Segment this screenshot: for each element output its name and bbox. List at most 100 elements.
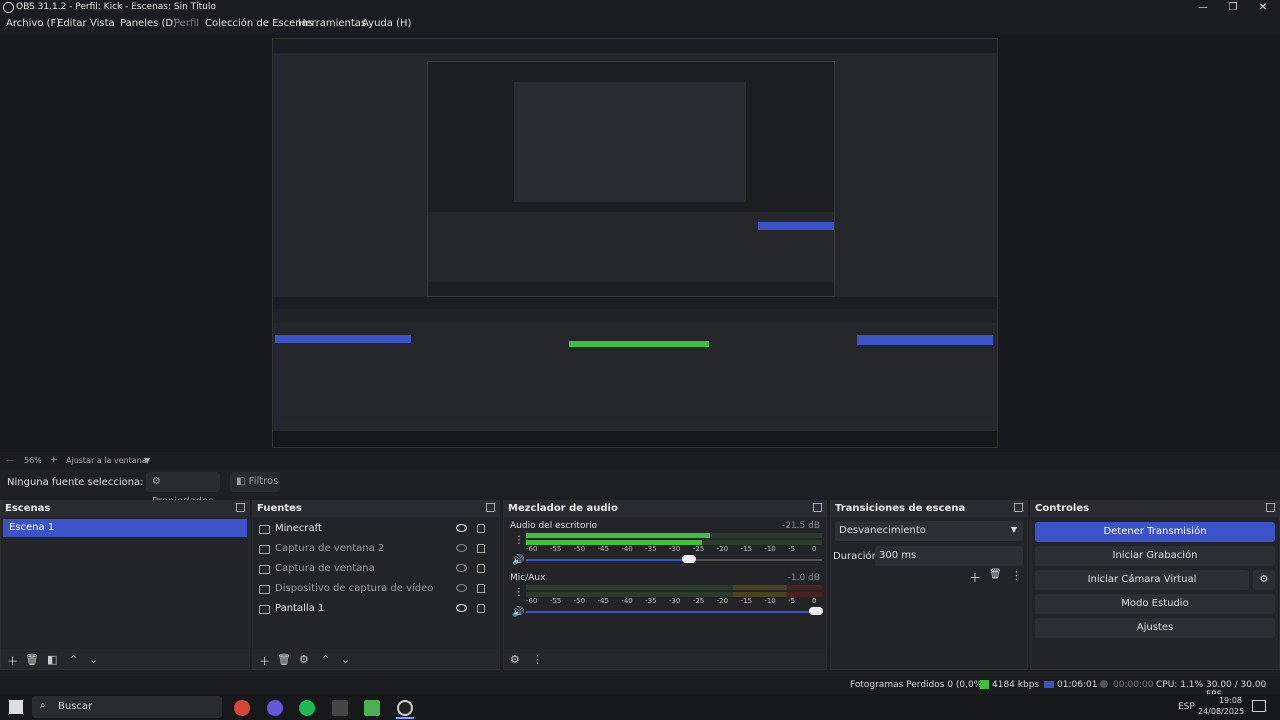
tick-label: -40: [621, 545, 633, 553]
volume-slider-knob[interactable]: [809, 607, 824, 615]
transition-select[interactable]: Desvanecimiento ▼: [835, 521, 1023, 541]
kebab-icon[interactable]: ⋮: [532, 653, 543, 666]
stop-stream-button[interactable]: Detener Transmisión: [1035, 522, 1275, 542]
studio-mode-button[interactable]: Modo Estudio: [1035, 594, 1275, 614]
lock-icon[interactable]: [477, 584, 485, 593]
spotify-icon[interactable]: [299, 700, 315, 716]
clock-date[interactable]: 24/08/2025: [1198, 707, 1244, 716]
volume-slider-knob[interactable]: [681, 555, 696, 563]
trash-icon[interactable]: 🗑: [277, 653, 291, 666]
gear-icon[interactable]: ⚙: [1253, 570, 1275, 590]
transitions-title: Transiciones de escena: [831, 501, 1027, 517]
channel-name: Audio del escritorio: [510, 521, 598, 531]
minimize-button[interactable]: —: [1188, 0, 1218, 16]
zoom-plus[interactable]: +: [50, 455, 58, 465]
menu-ayuda[interactable]: Ayuda (H): [362, 18, 411, 29]
settings-button[interactable]: Ajustes: [1035, 618, 1275, 638]
menu-perfil[interactable]: Perfil: [174, 18, 199, 29]
lock-icon[interactable]: [477, 544, 485, 553]
menu-vista[interactable]: Vista: [90, 18, 115, 29]
trash-icon[interactable]: 🗑: [25, 653, 39, 666]
start-recording-button[interactable]: Iniciar Grabación: [1035, 546, 1275, 566]
eye-icon[interactable]: [456, 604, 467, 612]
speaker-icon[interactable]: 🔊: [512, 607, 524, 618]
move-up-icon[interactable]: ⌃: [321, 653, 330, 666]
monitor-icon: [259, 605, 270, 614]
kebab-icon[interactable]: ⋮: [1011, 569, 1022, 582]
sources-footer: ＋ 🗑 ⚙ ⌃ ⌄: [253, 649, 499, 669]
speaker-icon[interactable]: 🔊: [512, 555, 524, 566]
kebab-icon[interactable]: ⋮: [514, 587, 524, 598]
undock-icon[interactable]: [813, 503, 822, 512]
filter-icon[interactable]: ◧: [47, 653, 57, 666]
close-button[interactable]: ✕: [1248, 0, 1278, 16]
source-item[interactable]: Dispositivo de captura de vídeo: [257, 579, 495, 599]
notification-icon[interactable]: [1252, 700, 1266, 712]
gear-icon[interactable]: ⚙: [299, 653, 309, 666]
kebab-icon[interactable]: ⋮: [514, 535, 524, 546]
tick-label: -25: [692, 545, 705, 553]
trash-icon[interactable]: 🗑: [989, 569, 1002, 580]
windows-start-icon[interactable]: [9, 700, 23, 714]
filters-label: Filtros: [248, 476, 279, 487]
obs-icon[interactable]: [397, 700, 413, 716]
tick-label: -55: [549, 597, 562, 605]
menu-herramientas[interactable]: Herramientas: [298, 18, 366, 29]
meter-track: [526, 585, 822, 590]
eye-hidden-icon[interactable]: [456, 544, 467, 552]
filters-button[interactable]: ◧ Filtros: [230, 472, 280, 492]
language-indicator[interactable]: ESP: [1178, 702, 1195, 712]
source-item[interactable]: Captura de ventana 2: [257, 539, 495, 559]
zoom-value: 56%: [24, 456, 42, 465]
gear-icon: ⚙: [152, 476, 161, 487]
lock-icon[interactable]: [477, 604, 485, 613]
chevron-down-icon[interactable]: ▼: [144, 456, 150, 465]
add-transition-icon[interactable]: ＋: [969, 569, 981, 586]
add-source-icon[interactable]: ＋: [259, 653, 270, 669]
tick-label: -30: [669, 597, 681, 605]
volume-fill: [526, 559, 689, 561]
audio-mixer-dock: Mezclador de audio Audio del escritorio …: [503, 500, 827, 670]
maximize-button[interactable]: ❐: [1218, 0, 1248, 16]
move-down-icon[interactable]: ⌄: [341, 653, 350, 666]
menu-editar[interactable]: Editar: [57, 18, 87, 29]
start-virtual-camera-button[interactable]: Iniciar Cámara Virtual: [1035, 570, 1249, 590]
eye-hidden-icon[interactable]: [456, 584, 467, 592]
lock-icon[interactable]: [477, 564, 485, 573]
scene-item[interactable]: Escena 1: [3, 519, 247, 537]
eye-icon[interactable]: [456, 524, 467, 532]
dropped-frames: Fotogramas Perdidos 0 (0,0%): [850, 680, 986, 690]
undock-icon[interactable]: [486, 503, 495, 512]
add-scene-icon[interactable]: ＋: [7, 653, 18, 669]
eye-hidden-icon[interactable]: [456, 564, 467, 572]
app-icon[interactable]: [332, 700, 348, 716]
menu-coleccion[interactable]: Colección de Escenas: [205, 18, 313, 29]
clock-time[interactable]: 19:08: [1206, 696, 1242, 705]
move-down-icon[interactable]: ⌄: [89, 653, 98, 666]
fit-window-label[interactable]: Ajustar a la ventana: [66, 456, 147, 465]
source-item[interactable]: Minecraft: [257, 519, 495, 539]
preview-canvas[interactable]: [272, 38, 998, 448]
undock-icon[interactable]: [1266, 503, 1275, 512]
duration-input[interactable]: 300 ms: [875, 546, 1023, 566]
lock-icon[interactable]: [477, 524, 485, 533]
source-item[interactable]: Captura de ventana: [257, 559, 495, 579]
advanced-audio-icon[interactable]: ⚙: [510, 653, 520, 666]
undock-icon[interactable]: [1014, 503, 1023, 512]
properties-button[interactable]: ⚙ Propiedades: [146, 472, 220, 507]
minecraft-icon[interactable]: [364, 700, 380, 716]
move-up-icon[interactable]: ⌃: [69, 653, 78, 666]
tick-label: -45: [597, 597, 609, 605]
meter-ticks: -60 -55 -50 -45 -40 -35 -30 -25 -20 -15 -10 -5 0: [526, 597, 822, 607]
undock-icon[interactable]: [236, 503, 245, 512]
source-name: Dispositivo de captura de vídeo: [275, 583, 434, 594]
chat-app-icon[interactable]: [267, 700, 283, 716]
menu-archivo[interactable]: Archivo (F): [6, 18, 60, 29]
source-item[interactable]: Pantalla 1: [257, 599, 495, 619]
taskbar-search[interactable]: ⌕ Buscar: [32, 696, 222, 718]
tick-label: -50: [573, 545, 586, 553]
menu-paneles[interactable]: Paneles (D): [120, 18, 177, 29]
chrome-icon[interactable]: [234, 700, 250, 716]
tick-label: -30: [669, 545, 681, 553]
zoom-minus[interactable]: —: [6, 456, 14, 465]
